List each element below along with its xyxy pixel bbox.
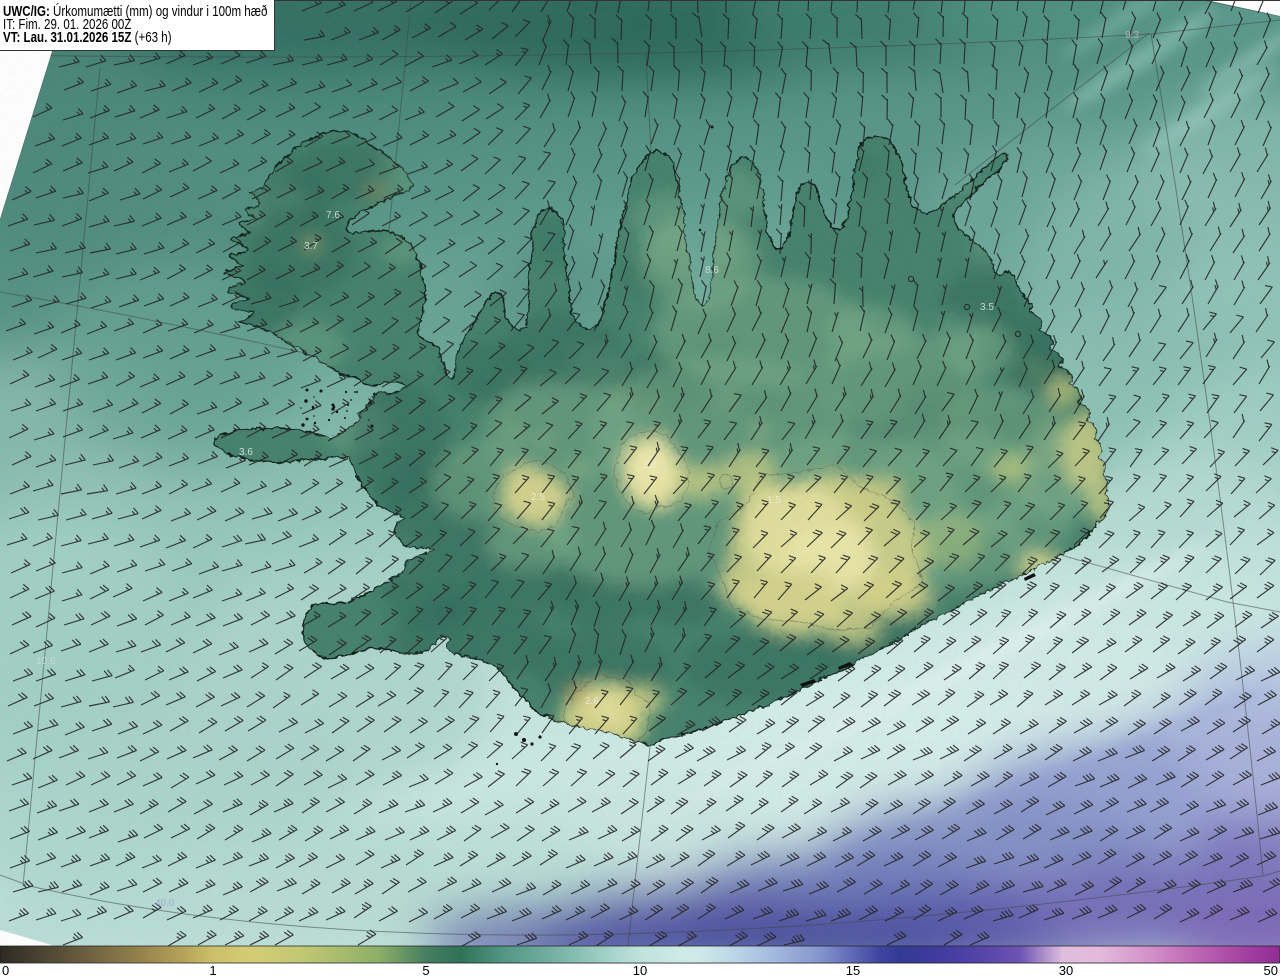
svg-text:10: 10 — [633, 963, 647, 978]
svg-text:1: 1 — [209, 963, 216, 978]
svg-text:15: 15 — [846, 963, 860, 978]
svg-text:30: 30 — [1059, 963, 1073, 978]
svg-text:5: 5 — [422, 963, 429, 978]
svg-text:0: 0 — [2, 963, 9, 978]
svg-text:50: 50 — [1264, 963, 1278, 978]
